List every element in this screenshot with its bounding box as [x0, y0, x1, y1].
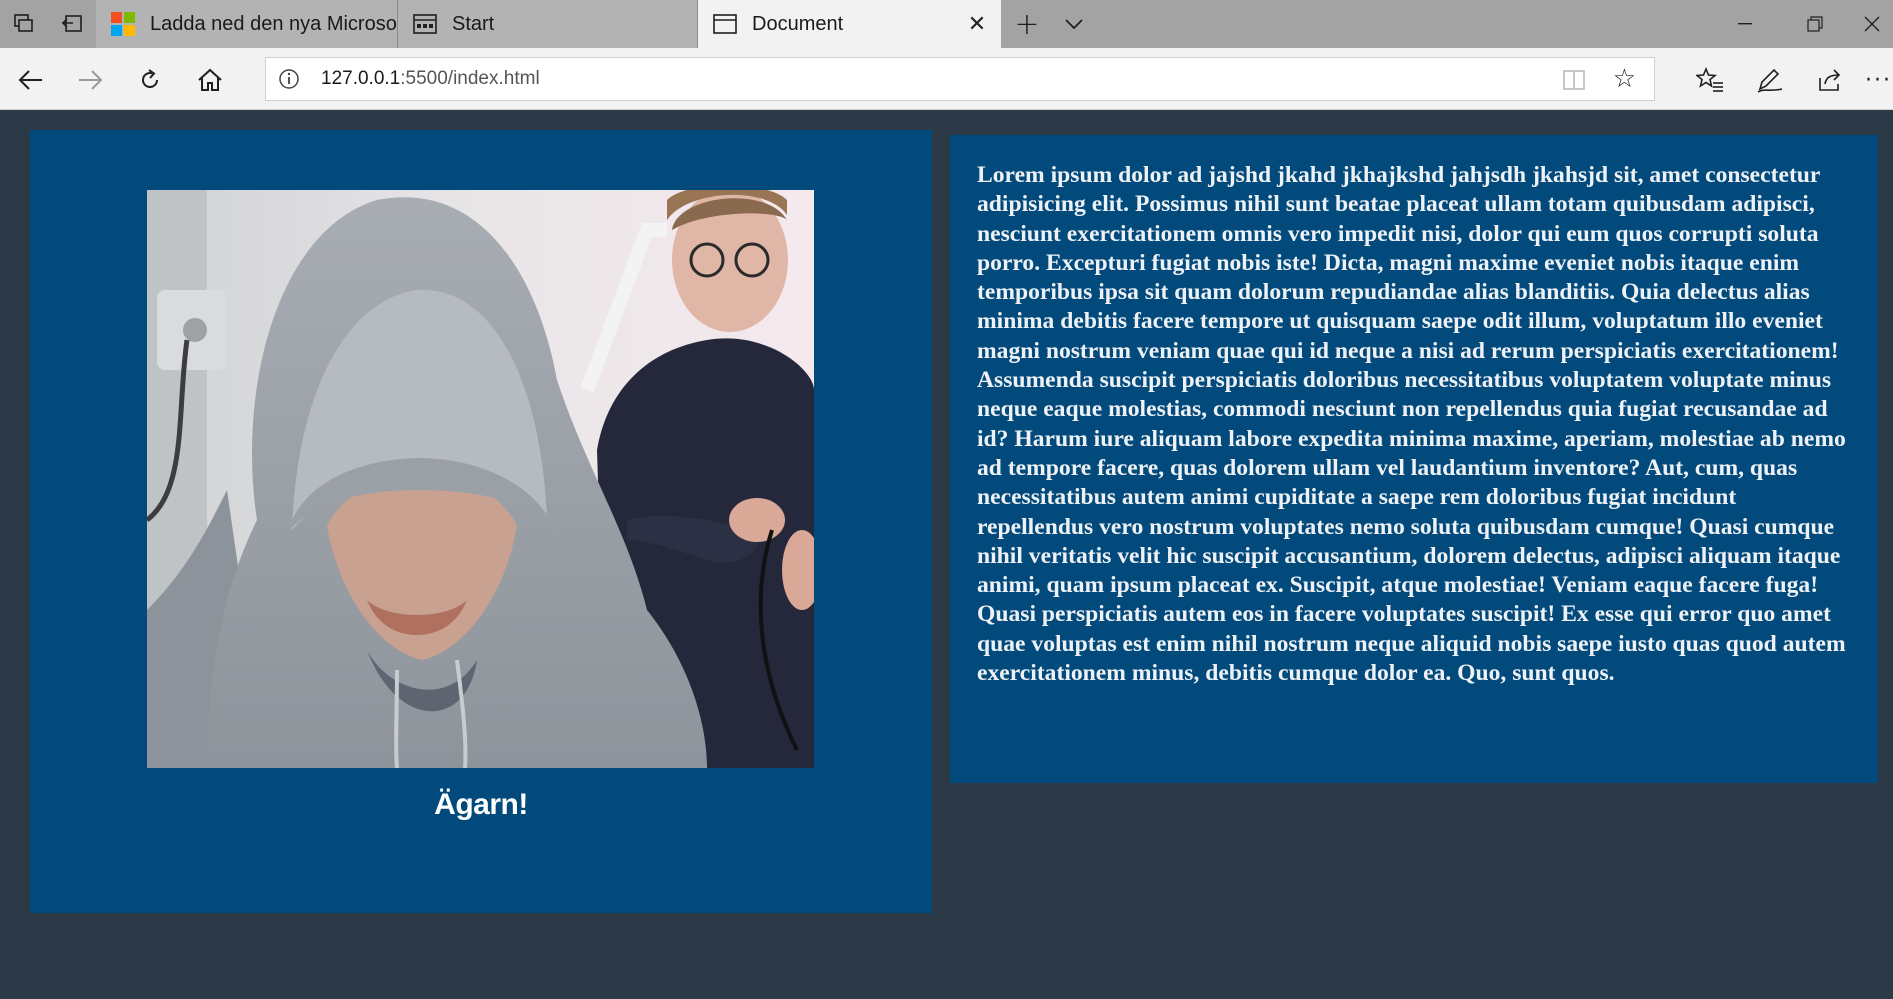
start-page-icon [412, 11, 438, 37]
tab-start[interactable]: Start [398, 0, 698, 48]
profile-card: Ägarn! [30, 130, 932, 913]
site-info-icon[interactable] [278, 68, 300, 90]
chevron-down-icon[interactable] [1060, 10, 1088, 38]
url-text[interactable]: 127.0.0.1:5500/index.html [321, 58, 540, 100]
pen-notes-icon[interactable] [1750, 60, 1790, 100]
tab-title: Ladda ned den nya Microso [150, 12, 397, 35]
tab-title: Start [452, 12, 495, 35]
tab-manager-icon[interactable] [10, 10, 38, 38]
refresh-icon[interactable] [130, 60, 170, 100]
document-page-icon [712, 11, 738, 37]
minimize-icon[interactable] [1710, 0, 1780, 48]
home-icon[interactable] [190, 60, 230, 100]
restore-icon[interactable] [1780, 0, 1850, 48]
url-path: :5500/index.html [400, 68, 540, 89]
tab-bar: Ladda ned den nya Microso Start Document… [0, 0, 1893, 48]
share-icon[interactable] [1810, 60, 1850, 100]
text-card: Lorem ipsum dolor ad jajshd jkahd jkhajk… [950, 135, 1878, 783]
back-arrow-icon[interactable] [11, 60, 51, 100]
reading-view-icon[interactable] [1562, 68, 1586, 92]
page-viewport: Ägarn! Lorem ipsum dolor ad jajshd jkahd… [0, 110, 1893, 999]
favorite-star-icon[interactable]: ☆ [1613, 64, 1636, 94]
address-bar[interactable]: 127.0.0.1:5500/index.html ☆ [265, 57, 1655, 101]
favorites-hub-icon[interactable] [1690, 60, 1730, 100]
close-window-icon[interactable] [1850, 0, 1893, 48]
owner-photo [147, 190, 814, 768]
url-host: 127.0.0.1 [321, 68, 401, 89]
set-tabs-aside-icon[interactable] [58, 10, 86, 38]
forward-arrow-icon[interactable] [70, 60, 110, 100]
tab-title: Document [752, 12, 844, 35]
microsoft-logo-icon [110, 11, 136, 37]
navigation-bar: 127.0.0.1:5500/index.html ☆ ··· [0, 48, 1893, 110]
more-options-icon[interactable]: ··· [1865, 60, 1893, 100]
tab-document[interactable]: Document ✕ [698, 0, 1001, 48]
tab-ladda-ned[interactable]: Ladda ned den nya Microso [96, 0, 398, 48]
new-tab-icon[interactable]: + [1013, 7, 1041, 42]
lorem-paragraph: Lorem ipsum dolor ad jajshd jkahd jkhajk… [977, 162, 1846, 687]
close-tab-icon[interactable]: ✕ [953, 0, 1001, 48]
photo-caption: Ägarn! [434, 788, 528, 821]
